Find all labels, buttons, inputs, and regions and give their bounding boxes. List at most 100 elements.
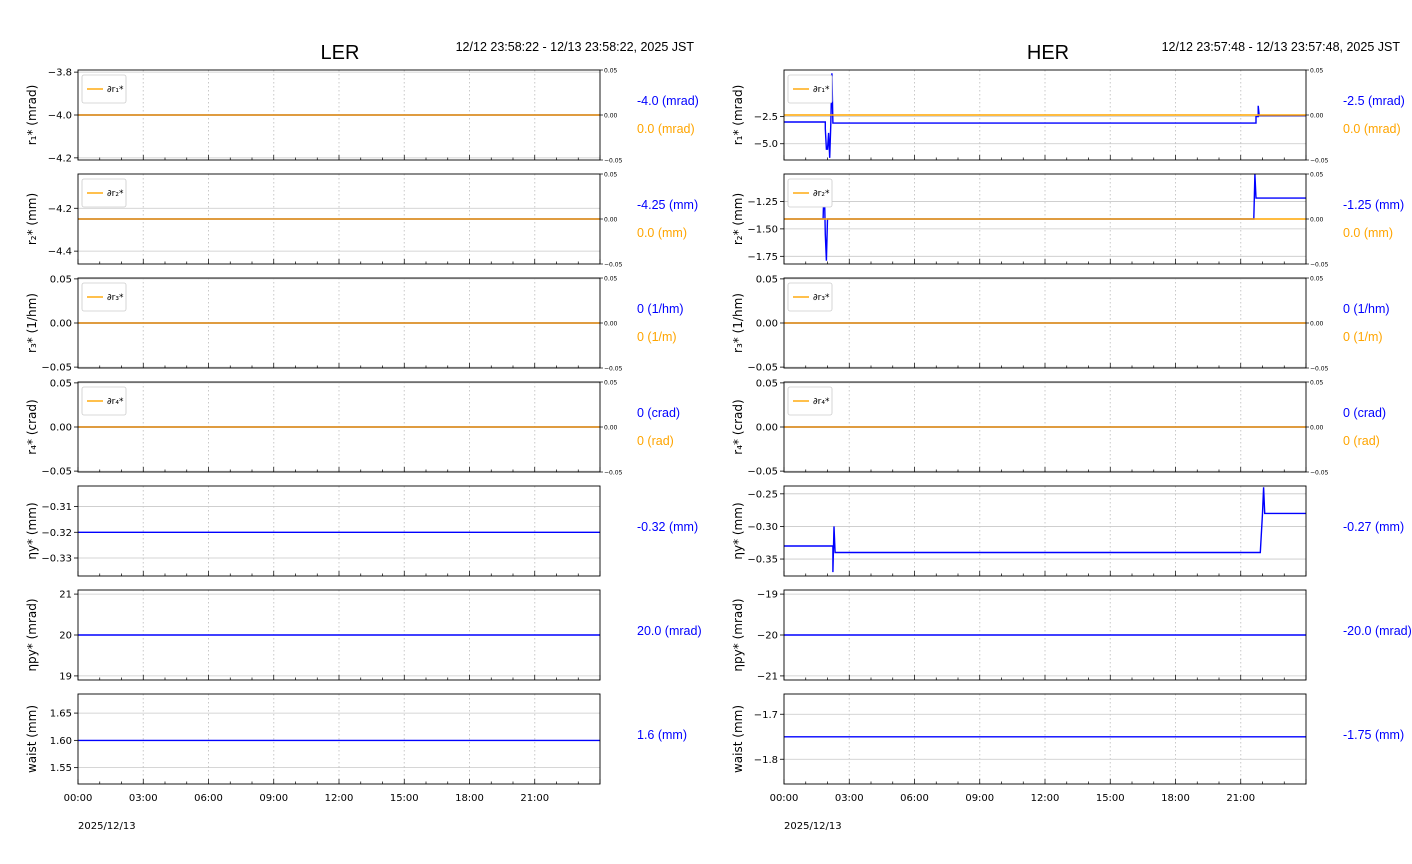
legend: ∂r₃* <box>81 282 127 312</box>
legend-label: ∂r₁* <box>107 85 124 95</box>
y-tick-label: −1.8 <box>754 755 778 766</box>
legend: ∂r₂* <box>81 178 127 208</box>
y-tick-label: −2.5 <box>754 112 778 123</box>
legend: ∂r₂* <box>787 178 833 208</box>
y-axis-label: ηpy* (mrad) <box>25 598 39 671</box>
current-value: -1.25 (mm) <box>1343 198 1404 212</box>
right-tick-label: −0.05 <box>604 262 623 269</box>
panel-3: 0.050.00−0.050.050.00−0.05r₃* (1/hm) ∂r₃*… <box>731 274 1390 373</box>
panel-4: 0.05 0.00 −0.05 0.05 0.00 −0.05 r₄* (crad) ∂r₄*… <box>731 378 1386 477</box>
legend: ∂r₄* <box>787 386 833 416</box>
y-axis-label: r₃* (1/hm) <box>25 293 39 353</box>
y-axis-label: ηy* (mm) <box>731 502 745 559</box>
current-delta-value: 0 (1/m) <box>637 330 677 344</box>
y-tick-label: −0.32 <box>41 528 72 539</box>
y-tick-label: −0.05 <box>41 363 72 374</box>
legend: ∂r₁* <box>81 74 127 104</box>
current-delta-value: 0 (1/m) <box>1343 330 1383 344</box>
y-axis-label: r₃* (1/hm) <box>731 293 745 353</box>
x-tick-label: 12:00 <box>1031 793 1060 804</box>
x-tick-label: 06:00 <box>900 793 929 804</box>
current-delta-value: 0.0 (mm) <box>1343 226 1393 240</box>
y-tick-label: 1.60 <box>50 736 72 747</box>
x-tick-label: 15:00 <box>390 793 419 804</box>
legend-label: ∂r₂* <box>107 189 124 199</box>
right-tick-label: −0.05 <box>1310 366 1329 373</box>
legend-label: ∂r₃* <box>107 293 124 303</box>
legend-label: ∂r₁* <box>813 85 830 95</box>
x-tick-label: 09:00 <box>259 793 288 804</box>
panel-7: 1.65 1.60 1.55 waist (mm) 1.6 (mm) 00:00 03:00… <box>25 693 687 832</box>
y-tick-label: −1.50 <box>747 224 778 235</box>
y-tick-label: −1.7 <box>754 710 778 721</box>
y-tick-label: 0.05 <box>50 274 72 285</box>
right-tick-label: 0.05 <box>604 276 618 283</box>
x-tick-label: 18:00 <box>455 793 484 804</box>
figure: LER 12/12 23:58:22 - 12/13 23:58:22, 2025… <box>25 40 1412 832</box>
y-tick-label: 0.00 <box>756 423 778 434</box>
right-tick-label: −0.05 <box>604 470 623 477</box>
date-label: 2025/12/13 <box>784 821 842 832</box>
y-tick-label: −21 <box>757 671 778 682</box>
right-tick-label: −0.05 <box>604 366 623 373</box>
current-value: -1.75 (mm) <box>1343 728 1404 742</box>
legend-label: ∂r₂* <box>813 189 830 199</box>
panel-6: 21 20 19 ηpy* (mrad) 20.0 (mrad) <box>25 589 702 682</box>
ler-chart: LER 12/12 23:58:22 - 12/13 23:58:22, 2025… <box>25 40 702 832</box>
y-tick-label: −0.25 <box>747 489 778 500</box>
right-tick-label: 0.00 <box>604 425 618 432</box>
y-tick-label: −3.8 <box>48 68 72 79</box>
current-value: -0.32 (mm) <box>637 520 698 534</box>
x-tick-label: 00:00 <box>770 793 799 804</box>
x-tick-label: 03:00 <box>835 793 864 804</box>
right-tick-label: −0.05 <box>1310 262 1329 269</box>
panel-5: −0.31 −0.32 −0.33ηy* (mm) -0.32 (mm) <box>25 485 698 577</box>
current-delta-value: 0.0 (mrad) <box>1343 122 1401 136</box>
y-tick-label: −0.31 <box>41 502 72 513</box>
right-tick-label: 0.00 <box>1310 113 1324 120</box>
y-tick-label: −1.25 <box>747 197 778 208</box>
right-tick-label: 0.00 <box>604 217 618 224</box>
y-axis-label: waist (mm) <box>731 705 745 773</box>
legend-label: ∂r₄* <box>813 397 830 407</box>
time-range-label: 12/12 23:58:22 - 12/13 23:58:22, 2025 JS… <box>456 40 695 54</box>
x-tick-label: 09:00 <box>965 793 994 804</box>
y-tick-label: −0.35 <box>747 555 778 566</box>
panel-4: 0.05 0.00 −0.05 0.05 0.00 −0.05 r₄* (crad) ∂r₄*… <box>25 378 680 477</box>
x-tick-label: 06:00 <box>194 793 223 804</box>
y-tick-label: −4.2 <box>48 204 72 215</box>
her-chart: HER 12/12 23:57:48 - 12/13 23:57:48, 2025… <box>731 40 1412 832</box>
legend: ∂r₃* <box>787 282 833 312</box>
legend-label: ∂r₄* <box>107 397 124 407</box>
y-tick-label: 0.05 <box>756 274 778 285</box>
right-tick-label: −0.05 <box>604 158 623 165</box>
y-tick-label: −4.2 <box>48 153 72 164</box>
y-tick-label: 20 <box>59 631 72 642</box>
panel-6: −19 −20 −21 ηpy* (mrad) -20.0 (mrad) <box>731 589 1412 682</box>
right-tick-label: 0.05 <box>1310 172 1324 179</box>
panel-5: −0.25 −0.30 −0.35ηy* (mm) -0.27 (mm) <box>731 485 1404 577</box>
right-tick-label: 0.05 <box>604 380 618 387</box>
panel-1: −3.8 −4.0 −4.2 0.05 0.00 −0.05 r₁* (mrad) ∂r₁* -… <box>25 68 699 165</box>
y-axis-label: waist (mm) <box>25 705 39 773</box>
current-value: -2.5 (mrad) <box>1343 94 1405 108</box>
current-delta-value: 0.0 (mrad) <box>637 122 695 136</box>
right-tick-label: −0.05 <box>1310 158 1329 165</box>
y-axis-label: ηpy* (mrad) <box>731 598 745 671</box>
right-tick-label: 0.00 <box>1310 425 1324 432</box>
right-tick-label: −0.05 <box>1310 470 1329 477</box>
current-value: 0 (crad) <box>1343 406 1386 420</box>
current-value: -0.27 (mm) <box>1343 520 1404 534</box>
y-tick-label: −1.75 <box>747 252 778 263</box>
right-tick-label: 0.00 <box>1310 321 1324 328</box>
right-tick-label: 0.05 <box>1310 68 1324 75</box>
y-tick-label: −0.30 <box>747 522 778 533</box>
panel-3: 0.050.00−0.050.050.00−0.05r₃* (1/hm) ∂r₃*… <box>25 274 684 373</box>
right-tick-label: 0.00 <box>1310 217 1324 224</box>
x-tick-label: 15:00 <box>1096 793 1125 804</box>
legend: ∂r₄* <box>81 386 127 416</box>
y-tick-label: −4.4 <box>48 247 72 258</box>
date-label: 2025/12/13 <box>78 821 136 832</box>
y-tick-label: −0.05 <box>747 363 778 374</box>
x-tick-label: 00:00 <box>64 793 93 804</box>
